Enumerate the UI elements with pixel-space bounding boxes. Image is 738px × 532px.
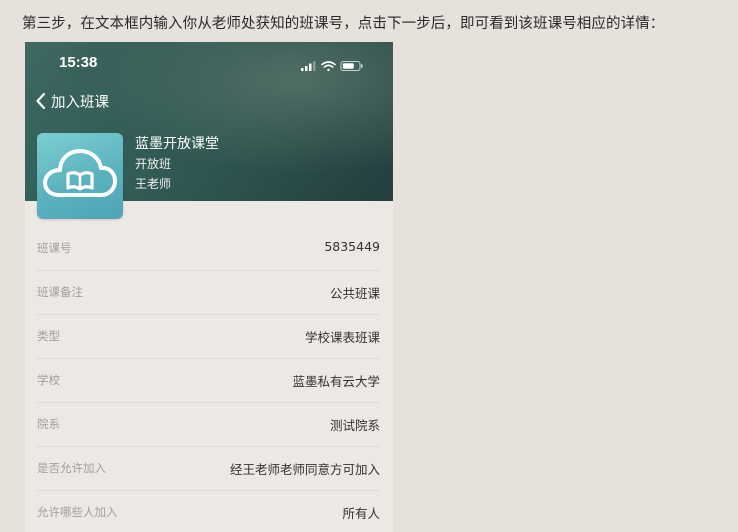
detail-label: 班课备注 — [37, 285, 83, 299]
phone-screenshot: 15:38 加入班课 蓝墨开放课堂 开放班 王老师 班课号 5835449 班课… — [25, 42, 393, 532]
detail-value: 学校课表班课 — [304, 330, 380, 345]
detail-row-class-note: 班课备注 公共班课 — [37, 271, 380, 315]
instruction-text: 第三步，在文本框内输入你从老师处获知的班课号，点击下一步后，即可看到该班课号相应… — [22, 16, 665, 32]
detail-row-who-can-join: 允许哪些人加入 所有人 — [37, 491, 380, 532]
detail-value: 所有人 — [342, 506, 380, 521]
detail-row-class-code: 班课号 5835449 — [37, 227, 380, 271]
status-time: 15:38 — [59, 54, 98, 71]
detail-row-school: 学校 蓝墨私有云大学 — [37, 359, 380, 403]
class-details-list: 班课号 5835449 班课备注 公共班课 类型 学校课表班课 学校 蓝墨私有云… — [25, 227, 393, 532]
cloud-book-icon — [43, 149, 117, 197]
detail-value: 测试院系 — [329, 418, 380, 433]
detail-value: 公共班课 — [329, 286, 380, 301]
detail-row-department: 院系 测试院系 — [37, 403, 380, 447]
detail-label: 是否允许加入 — [37, 461, 106, 475]
detail-value: 经王老师老师同意方可加入 — [229, 462, 380, 477]
battery-icon — [340, 61, 363, 71]
detail-row-join-permission: 是否允许加入 经王老师老师同意方可加入 — [37, 447, 380, 491]
detail-label: 类型 — [37, 329, 60, 343]
class-teacher: 王老师 — [135, 177, 172, 191]
class-name: 蓝墨开放课堂 — [135, 136, 219, 152]
detail-row-type: 类型 学校课表班课 — [37, 315, 380, 359]
wifi-icon — [321, 61, 336, 72]
back-label: 加入班课 — [51, 94, 109, 111]
detail-value: 5835449 — [324, 239, 380, 254]
status-icons — [301, 57, 371, 72]
class-logo — [37, 133, 123, 219]
detail-label: 学校 — [37, 373, 60, 387]
detail-value: 蓝墨私有云大学 — [292, 374, 380, 389]
back-button[interactable]: 加入班课 — [35, 90, 109, 112]
class-type: 开放班 — [135, 157, 172, 171]
detail-label: 允许哪些人加入 — [37, 505, 118, 519]
chevron-left-icon — [36, 92, 46, 110]
signal-icon — [301, 61, 316, 71]
detail-label: 院系 — [37, 417, 60, 431]
detail-label: 班课号 — [37, 241, 72, 255]
